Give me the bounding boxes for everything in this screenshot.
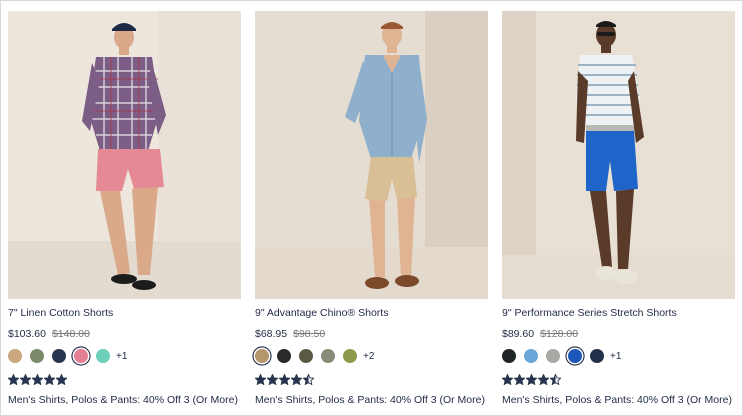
color-swatches: +1 bbox=[502, 348, 621, 364]
color-swatch[interactable] bbox=[546, 349, 560, 363]
product-photo-illustration bbox=[8, 11, 241, 299]
product-photo-illustration bbox=[502, 11, 735, 299]
sale-price: $89.60 bbox=[502, 328, 535, 340]
star-icon bbox=[44, 373, 55, 385]
promo-text[interactable]: Men's Shirts, Polos & Pants: 40% Off 3 (… bbox=[502, 394, 732, 406]
color-swatch[interactable] bbox=[299, 349, 313, 363]
star-icon bbox=[291, 373, 302, 385]
sale-price: $103.60 bbox=[8, 328, 46, 340]
color-swatch[interactable] bbox=[568, 349, 582, 363]
color-swatch[interactable] bbox=[8, 349, 22, 363]
product-image[interactable] bbox=[255, 11, 488, 299]
color-swatch[interactable] bbox=[321, 349, 335, 363]
color-swatches: +1 bbox=[8, 348, 127, 364]
star-icon bbox=[32, 373, 43, 385]
star-icon bbox=[502, 373, 513, 385]
color-swatch[interactable] bbox=[30, 349, 44, 363]
star-icon bbox=[267, 373, 278, 385]
product-title[interactable]: 7" Linen Cotton Shorts bbox=[8, 307, 241, 319]
product-grid: 7" Linen Cotton Shorts $103.60 $148.00 +1… bbox=[8, 11, 735, 411]
color-swatches: +2 bbox=[255, 348, 374, 364]
promo-text[interactable]: Men's Shirts, Polos & Pants: 40% Off 3 (… bbox=[8, 394, 238, 406]
color-swatch[interactable] bbox=[74, 349, 88, 363]
star-icon bbox=[526, 373, 537, 385]
price-block: $89.60 $128.00 bbox=[502, 328, 578, 340]
color-swatch[interactable] bbox=[343, 349, 357, 363]
star-rating[interactable] bbox=[8, 373, 68, 385]
product-card: 9" Performance Series Stretch Shorts $89… bbox=[502, 11, 735, 411]
star-icon bbox=[20, 373, 31, 385]
star-rating[interactable] bbox=[255, 373, 315, 385]
more-colors-link[interactable]: +1 bbox=[116, 351, 127, 362]
product-image[interactable] bbox=[8, 11, 241, 299]
price-block: $68.95 $98.50 bbox=[255, 328, 325, 340]
star-icon bbox=[514, 373, 525, 385]
star-rating[interactable] bbox=[502, 373, 562, 385]
star-icon bbox=[279, 373, 290, 385]
more-colors-link[interactable]: +2 bbox=[363, 351, 374, 362]
color-swatch[interactable] bbox=[502, 349, 516, 363]
product-title[interactable]: 9" Performance Series Stretch Shorts bbox=[502, 307, 735, 319]
original-price: $98.50 bbox=[293, 328, 326, 340]
promo-text[interactable]: Men's Shirts, Polos & Pants: 40% Off 3 (… bbox=[255, 394, 485, 406]
product-title[interactable]: 9" Advantage Chino® Shorts bbox=[255, 307, 488, 319]
product-image[interactable] bbox=[502, 11, 735, 299]
star-half-icon bbox=[303, 373, 314, 385]
color-swatch[interactable] bbox=[255, 349, 269, 363]
price-block: $103.60 $148.00 bbox=[8, 328, 90, 340]
star-icon bbox=[8, 373, 19, 385]
sale-price: $68.95 bbox=[255, 328, 288, 340]
product-card: 7" Linen Cotton Shorts $103.60 $148.00 +1… bbox=[8, 11, 241, 411]
color-swatch[interactable] bbox=[524, 349, 538, 363]
original-price: $128.00 bbox=[540, 328, 579, 340]
product-card: 9" Advantage Chino® Shorts $68.95 $98.50 … bbox=[255, 11, 488, 411]
color-swatch[interactable] bbox=[52, 349, 66, 363]
star-icon bbox=[255, 373, 266, 385]
product-photo-illustration bbox=[255, 11, 488, 299]
color-swatch[interactable] bbox=[277, 349, 291, 363]
original-price: $148.00 bbox=[51, 328, 90, 340]
star-icon bbox=[56, 373, 67, 385]
star-icon bbox=[538, 373, 549, 385]
star-half-icon bbox=[550, 373, 561, 385]
more-colors-link[interactable]: +1 bbox=[610, 351, 621, 362]
color-swatch[interactable] bbox=[96, 349, 110, 363]
color-swatch[interactable] bbox=[590, 349, 604, 363]
